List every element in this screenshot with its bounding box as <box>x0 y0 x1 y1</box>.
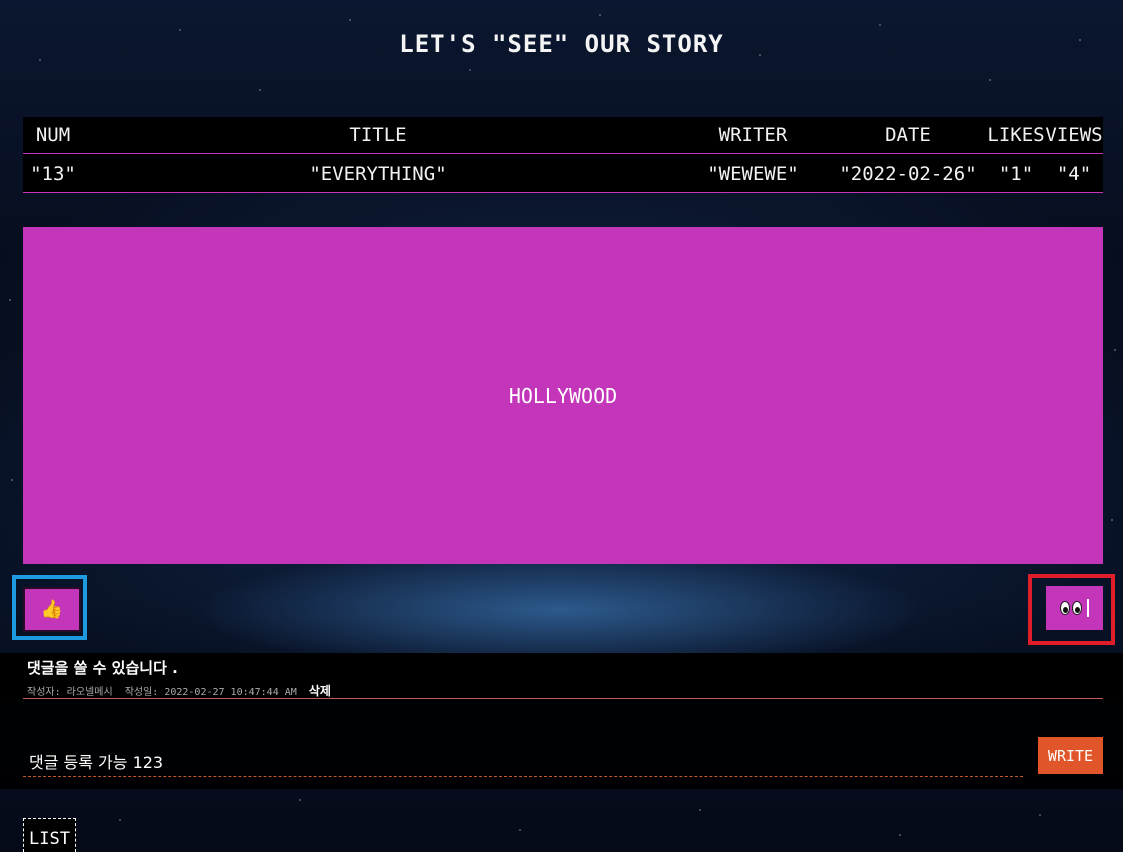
table-header-row: NUM TITLE WRITER DATE LIKES VIEWS <box>23 117 1103 154</box>
write-button[interactable]: WRITE <box>1038 737 1103 774</box>
table-row: "13" "EVERYTHING" "WEWEWE" "2022-02-26" … <box>23 154 1103 193</box>
page-title: LET'S "SEE" OUR STORY <box>399 30 724 58</box>
views-button[interactable] <box>1046 586 1103 630</box>
row-views: "4" <box>1056 163 1092 185</box>
comment-author: 작성자: 라오넬메시 <box>27 687 113 698</box>
row-date: "2022-02-26" <box>839 163 977 185</box>
thumbs-up-icon: 👍 <box>40 599 64 620</box>
eye-left <box>1060 601 1070 615</box>
delete-comment-link[interactable]: 삭제 <box>309 684 331 698</box>
comment-date: 작성일: 2022-02-27 10:47:44 AM <box>124 687 297 698</box>
row-num: "13" <box>30 163 76 185</box>
row-title: "EVERYTHING" <box>309 163 447 185</box>
header-views: VIEWS <box>1045 124 1103 146</box>
header-num: NUM <box>35 124 71 146</box>
header-title: TITLE <box>349 124 407 146</box>
row-likes: "1" <box>998 163 1034 185</box>
row-writer: "WEWEWE" <box>707 163 799 185</box>
board-table: NUM TITLE WRITER DATE LIKES VIEWS "13" "… <box>23 117 1103 193</box>
list-button[interactable]: LIST <box>23 818 76 852</box>
like-button[interactable]: 👍 <box>23 587 81 632</box>
post-content: HOLLYWOOD <box>23 227 1103 564</box>
eye-bar <box>1087 599 1089 617</box>
header-writer: WRITER <box>718 124 788 146</box>
post-content-text: HOLLYWOOD <box>508 383 618 408</box>
header-date: DATE <box>885 124 931 146</box>
comment-meta: 작성자: 라오넬메시 작성일: 2022-02-27 10:47:44 AM 삭… <box>27 682 337 699</box>
header-likes: LIKES <box>987 124 1045 146</box>
comment-text: 댓글을 쓸 수 있습니다 . <box>27 659 178 677</box>
eyes-icon <box>1060 599 1089 617</box>
comment-input[interactable] <box>23 745 1023 777</box>
eye-right <box>1072 601 1082 615</box>
